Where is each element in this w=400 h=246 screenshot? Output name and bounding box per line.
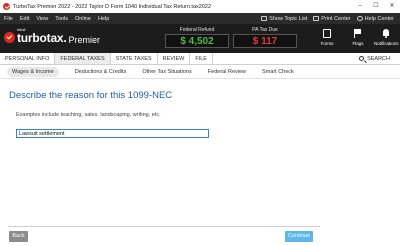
- printer-icon: [313, 16, 320, 21]
- sub-nav: Wages & Income Deductions & Credits Othe…: [0, 65, 400, 79]
- help-center-label: Help Center: [364, 15, 394, 22]
- state-tax-due-meter[interactable]: PA Tax Due $ 117: [233, 27, 297, 49]
- menu-tools[interactable]: Tools: [55, 16, 68, 22]
- page-title: Describe the reason for this 1099-NEC: [9, 90, 173, 101]
- subtab-smart-check[interactable]: Smart Check: [262, 69, 294, 75]
- tab-file[interactable]: FILE: [190, 53, 213, 64]
- show-topic-list-label: Show Topic List: [269, 15, 308, 22]
- back-button[interactable]: Back: [9, 231, 28, 242]
- tab-personal-info[interactable]: PERSONAL INFO: [0, 53, 56, 64]
- minimize-button[interactable]: –: [352, 0, 368, 13]
- close-button[interactable]: ✕: [384, 0, 400, 13]
- checkmark-logo-icon: [4, 32, 15, 43]
- flags-label: Flags: [352, 41, 364, 46]
- flags-button[interactable]: Flags: [346, 29, 370, 46]
- show-topic-list-link[interactable]: Show Topic List: [261, 16, 307, 22]
- turbotax-app-icon: [3, 3, 10, 10]
- title-bar: TurboTax Premier 2022 - 2022 Taylor D Fo…: [0, 0, 400, 13]
- window-controls: – ☐ ✕: [352, 0, 400, 13]
- notifications-button[interactable]: Notifications: [374, 29, 399, 46]
- menu-online[interactable]: Online: [75, 16, 91, 22]
- help-center-link[interactable]: Help Center: [356, 15, 394, 22]
- menu-view[interactable]: View: [36, 16, 48, 22]
- forms-icon: [323, 29, 331, 38]
- turbotax-wordmark: turbotax.: [17, 31, 67, 45]
- federal-refund-label: Federal Refund: [179, 27, 215, 33]
- forms-button[interactable]: Forms: [315, 29, 339, 46]
- tab-review[interactable]: REVIEW: [158, 53, 191, 64]
- subtab-wages-income[interactable]: Wages & Income: [7, 66, 59, 77]
- menu-file[interactable]: File: [4, 16, 13, 22]
- state-tax-due-label: PA Tax Due: [252, 27, 278, 33]
- reason-input[interactable]: Lawsuit settlement: [16, 129, 209, 138]
- menu-edit[interactable]: Edit: [20, 16, 29, 22]
- intuit-wordmark: intuit: [17, 27, 26, 32]
- edition-label: Premier: [68, 35, 101, 45]
- federal-refund-meter[interactable]: Federal Refund $ 4,502: [165, 27, 229, 49]
- continue-button[interactable]: Continue: [285, 231, 313, 242]
- menu-help[interactable]: Help: [98, 16, 109, 22]
- turbotax-logo: intuit turbotax. Premier: [4, 27, 100, 45]
- state-tax-due-amount: $ 117: [233, 34, 297, 48]
- menu-bar: File Edit View Tools Online Help Show To…: [0, 13, 400, 24]
- search-icon: [359, 56, 365, 61]
- subtab-deductions-credits[interactable]: Deductions & Credits: [75, 69, 127, 75]
- forms-label: Forms: [320, 41, 334, 46]
- search-label: SEARCH: [367, 55, 390, 62]
- print-center-label: Print Center: [321, 15, 351, 22]
- examples-hint: Examples include teaching, sales, landsc…: [16, 112, 161, 118]
- maximize-button[interactable]: ☐: [368, 0, 384, 13]
- bell-icon: [382, 29, 390, 38]
- federal-refund-amount: $ 4,502: [165, 34, 229, 48]
- topic-list-icon: [261, 16, 268, 21]
- app-header: intuit turbotax. Premier Federal Refund …: [0, 24, 400, 53]
- tab-state-taxes[interactable]: STATE TAXES: [111, 53, 158, 64]
- help-icon: [356, 16, 363, 21]
- window-title: TurboTax Premier 2022 - 2022 Taylor D Fo…: [13, 3, 212, 10]
- tab-federal-taxes[interactable]: FEDERAL TAXES: [55, 53, 111, 64]
- subtab-federal-review[interactable]: Federal Review: [208, 69, 246, 75]
- print-center-link[interactable]: Print Center: [313, 15, 351, 22]
- footer-divider: [8, 226, 320, 227]
- search-button[interactable]: SEARCH: [359, 53, 400, 64]
- main-nav: PERSONAL INFO FEDERAL TAXES STATE TAXES …: [0, 53, 400, 65]
- subtab-other-tax-situations[interactable]: Other Tax Situations: [142, 69, 191, 75]
- notifications-label: Notifications: [374, 41, 399, 46]
- flag-icon: [354, 29, 362, 38]
